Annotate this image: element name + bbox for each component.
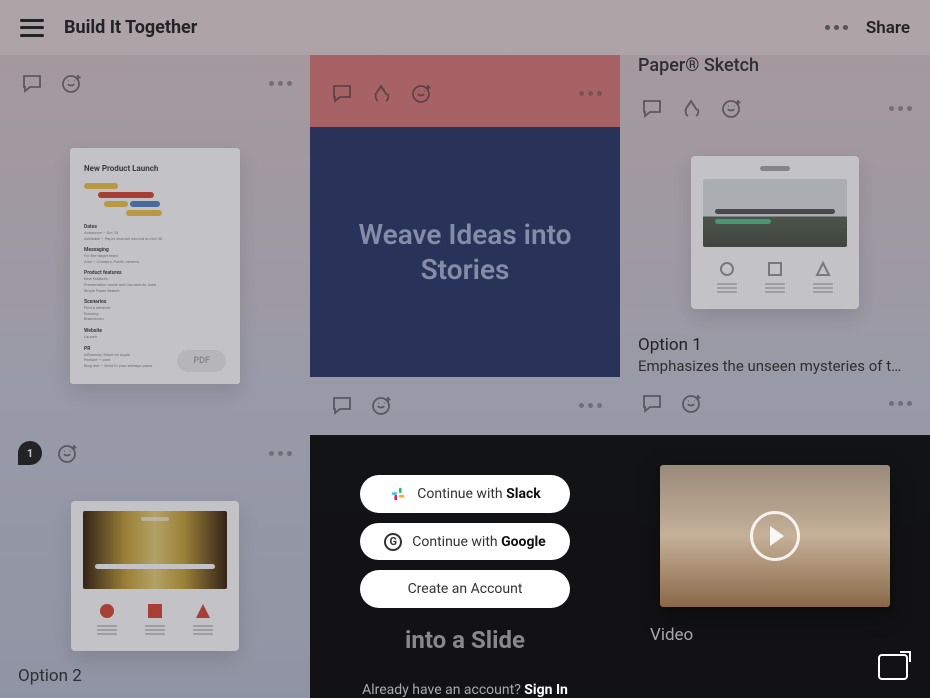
menu-icon[interactable] [20,19,44,37]
comment-icon[interactable] [328,79,356,107]
gantt-chart [84,183,226,216]
comment-count-badge[interactable]: 1 [18,441,42,465]
reaction-add-icon[interactable] [58,69,86,97]
card-more-icon[interactable] [579,91,602,96]
card-more-icon[interactable] [889,106,912,111]
card-more-icon[interactable] [889,401,912,406]
more-icon[interactable] [825,25,848,30]
shape-toolbar [83,603,227,637]
continue-slack-button[interactable]: Continue with Slack [360,475,570,513]
doc-title: New Product Launch [84,164,226,173]
auth-panel: Continue with Slack G Continue with Goog… [310,435,930,698]
google-icon: G [384,533,402,551]
hero-card[interactable]: Weave Ideas into Stories [310,127,620,377]
card-more-icon[interactable] [579,403,602,408]
signin-row: Already have an account? Sign In [362,682,568,698]
slide-text: into a Slide [405,626,525,654]
reaction-add-icon[interactable] [54,439,82,467]
comment-icon[interactable] [328,391,356,419]
create-account-button[interactable]: Create an Account [360,570,570,608]
page-title: Build It Together [64,17,197,38]
share-button[interactable]: Share [866,18,910,38]
clap-icon[interactable] [368,79,396,107]
reaction-add-icon[interactable] [678,389,706,417]
hero-top-bar [310,55,620,127]
card-more-icon[interactable] [269,81,292,86]
continue-google-button[interactable]: G Continue with Google [360,523,570,561]
expand-icon[interactable] [878,654,908,680]
shape-toolbar [703,261,847,295]
slack-icon [389,485,407,503]
comment-icon[interactable] [638,389,666,417]
option2-title: Option 2 [18,666,82,686]
reaction-add-icon[interactable] [408,79,436,107]
reaction-add-icon[interactable] [718,94,746,122]
option1-title: Option 1 [638,335,912,355]
hero-text: Weave Ideas into Stories [334,217,596,287]
option1-subtitle: Emphasizes the unseen mysteries of t… [638,357,912,375]
card-more-icon[interactable] [269,451,292,456]
comment-icon[interactable] [638,94,666,122]
video-card[interactable] [660,465,890,607]
document-card[interactable]: New Product Launch DatesAnnounce – Oct 2… [70,148,240,384]
sketch-card[interactable] [71,501,239,651]
reaction-add-icon[interactable] [368,391,396,419]
comment-icon[interactable] [18,69,46,97]
header: Build It Together Share [0,0,930,55]
play-icon[interactable] [750,511,800,561]
paper-sketch-label: Paper® Sketch [620,55,930,80]
sketch-card[interactable] [691,156,859,309]
sign-in-link[interactable]: Sign In [524,682,568,698]
pdf-badge: PDF [177,350,226,372]
video-label: Video [650,625,900,645]
clap-icon[interactable] [678,94,706,122]
